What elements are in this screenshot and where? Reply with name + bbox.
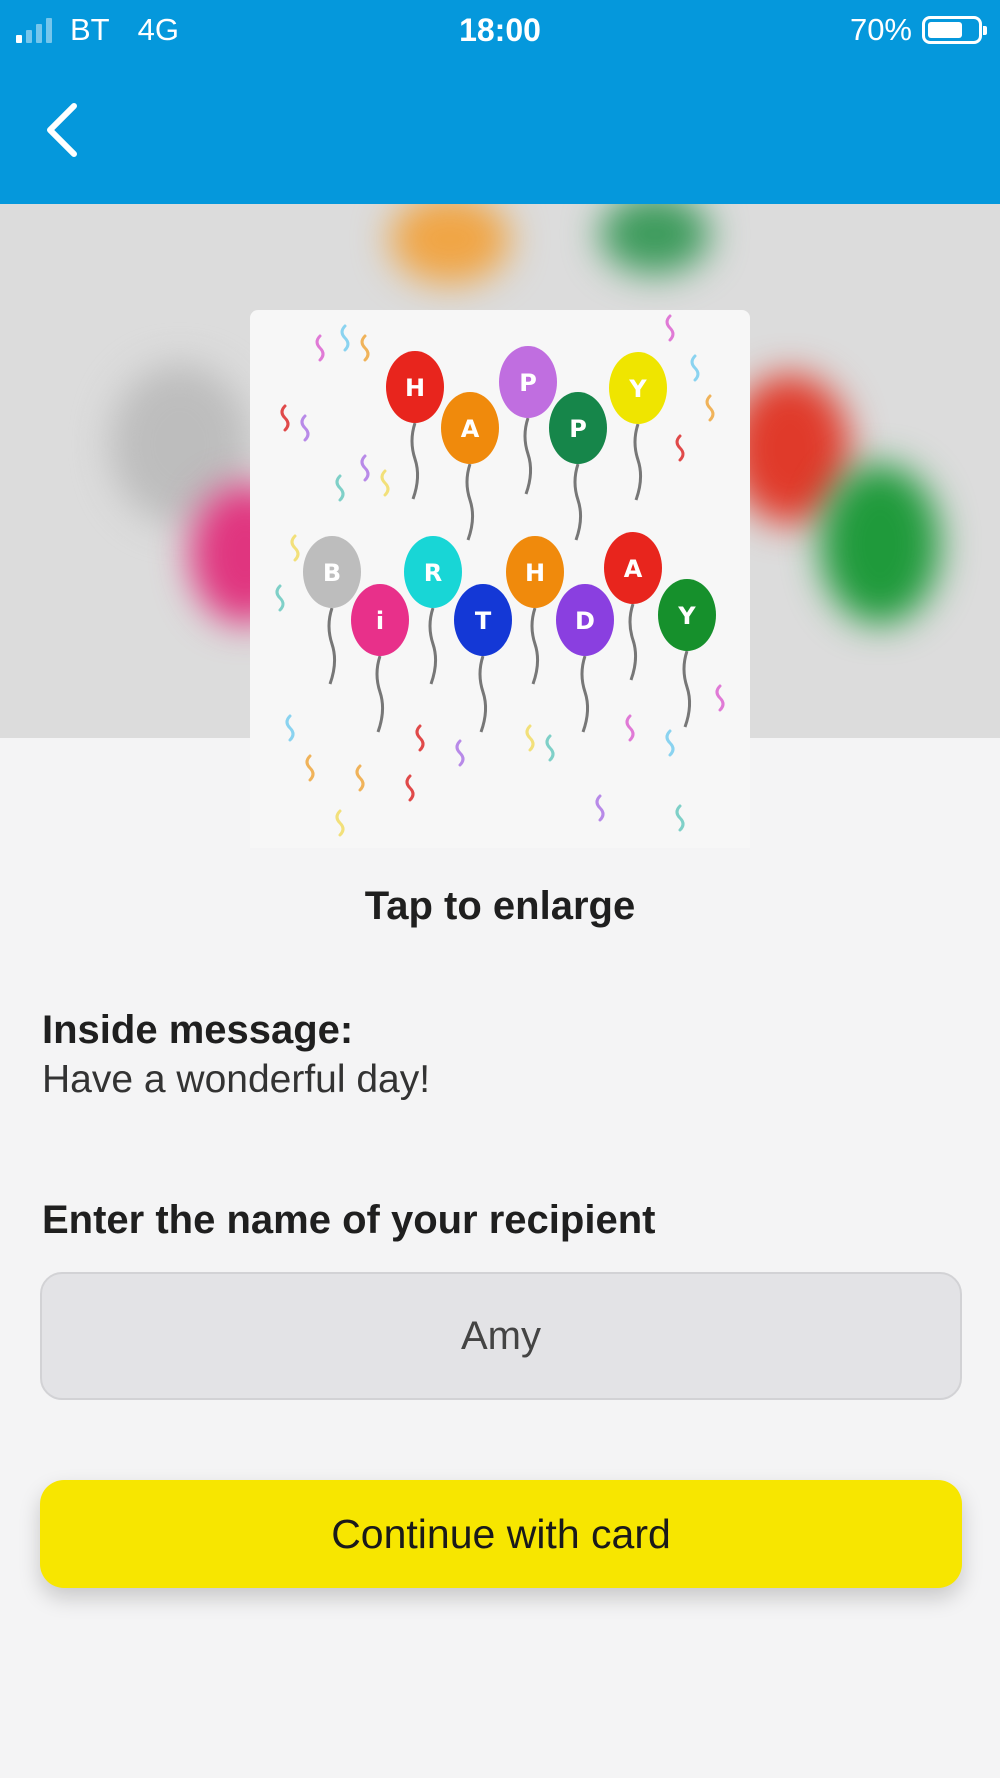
balloon-string [580, 655, 590, 733]
balloon-string [410, 422, 420, 500]
confetti-piece [335, 474, 345, 502]
balloon-letter: H [405, 374, 425, 402]
card-artwork: H A P P Y Bi R T H D A Y [275, 314, 725, 837]
balloon-letter: D [575, 607, 595, 635]
battery-level-fill [928, 22, 962, 38]
confetti-piece [405, 774, 415, 802]
confetti-piece [360, 334, 370, 362]
status-right: 70% [849, 10, 987, 50]
balloon: T [454, 584, 512, 656]
balloon-string [375, 655, 385, 733]
confetti-piece [595, 794, 605, 822]
balloon: i [351, 584, 409, 656]
chevron-left-icon [47, 103, 77, 157]
balloon-letter: A [461, 415, 480, 443]
inside-message-heading: Inside message: [42, 1008, 354, 1052]
confetti-piece [315, 334, 325, 362]
balloon-letter: P [519, 369, 537, 397]
balloon-letter: P [569, 415, 587, 443]
balloon-string [428, 607, 438, 685]
confetti-piece [545, 734, 555, 762]
confetti-piece [340, 324, 350, 352]
recipient-heading: Enter the name of your recipient [42, 1198, 656, 1242]
balloon-letter: R [424, 559, 442, 587]
app-header: BT 4G 18:00 70% [0, 0, 1000, 204]
inside-message-text: Have a wonderful day! [42, 1058, 431, 1101]
balloon: A [441, 392, 499, 464]
back-button[interactable] [32, 95, 92, 165]
confetti-piece [355, 764, 365, 792]
balloon-string [573, 463, 583, 541]
balloon-letter: H [525, 559, 545, 587]
confetti-piece [360, 454, 370, 482]
confetti-piece [665, 729, 675, 757]
confetti-piece [625, 714, 635, 742]
balloon: H [386, 351, 444, 423]
confetti-piece [675, 434, 685, 462]
confetti-piece [275, 584, 285, 612]
confetti-piece [290, 534, 300, 562]
confetti-piece [690, 354, 700, 382]
confetti-piece [455, 739, 465, 767]
balloon-letter: Y [628, 375, 647, 403]
confetti-piece [415, 724, 425, 752]
confetti-piece [525, 724, 535, 752]
confetti-piece [675, 804, 685, 832]
confetti-piece [285, 714, 295, 742]
blurred-balloon [390, 204, 510, 284]
balloon-string [633, 423, 643, 501]
balloon: D [556, 584, 614, 656]
balloon-letter: i [376, 607, 384, 635]
balloon-string [465, 463, 475, 541]
confetti-piece [280, 404, 290, 432]
balloon-letter: T [475, 607, 492, 635]
balloon-string [530, 607, 540, 685]
balloon-letter: Y [677, 602, 696, 630]
recipient-name-input[interactable] [40, 1272, 962, 1400]
balloon: A [604, 532, 662, 604]
confetti-piece [715, 684, 725, 712]
balloon: H [506, 536, 564, 608]
balloon: P [499, 346, 557, 418]
balloon-string [327, 607, 337, 685]
tap-to-enlarge-label: Tap to enlarge [364, 884, 636, 928]
balloon-string [628, 603, 638, 681]
balloon: P [549, 392, 607, 464]
continue-with-card-button[interactable]: Continue with card [40, 1480, 962, 1588]
confetti-piece [305, 754, 315, 782]
balloon: Y [609, 352, 667, 424]
blurred-balloon [820, 464, 940, 624]
battery-icon [922, 16, 987, 44]
balloon-letter: A [624, 555, 643, 583]
blurred-balloon [600, 204, 710, 274]
balloon-letter: B [323, 559, 341, 587]
battery-percent: 70% [849, 12, 912, 47]
confetti-piece [380, 469, 390, 497]
confetti-piece [665, 314, 675, 342]
balloon: Y [658, 579, 716, 651]
balloon-string [682, 650, 692, 728]
card-preview[interactable]: H A P P Y Bi R T H D A Y [250, 310, 750, 848]
balloon: B [303, 536, 361, 608]
status-bar: BT 4G 18:00 70% [0, 0, 1000, 60]
balloon-string [523, 417, 533, 495]
balloon-string [478, 655, 488, 733]
confetti-piece [335, 809, 345, 837]
confetti-piece [300, 414, 310, 442]
balloon: R [404, 536, 462, 608]
confetti-piece [705, 394, 715, 422]
